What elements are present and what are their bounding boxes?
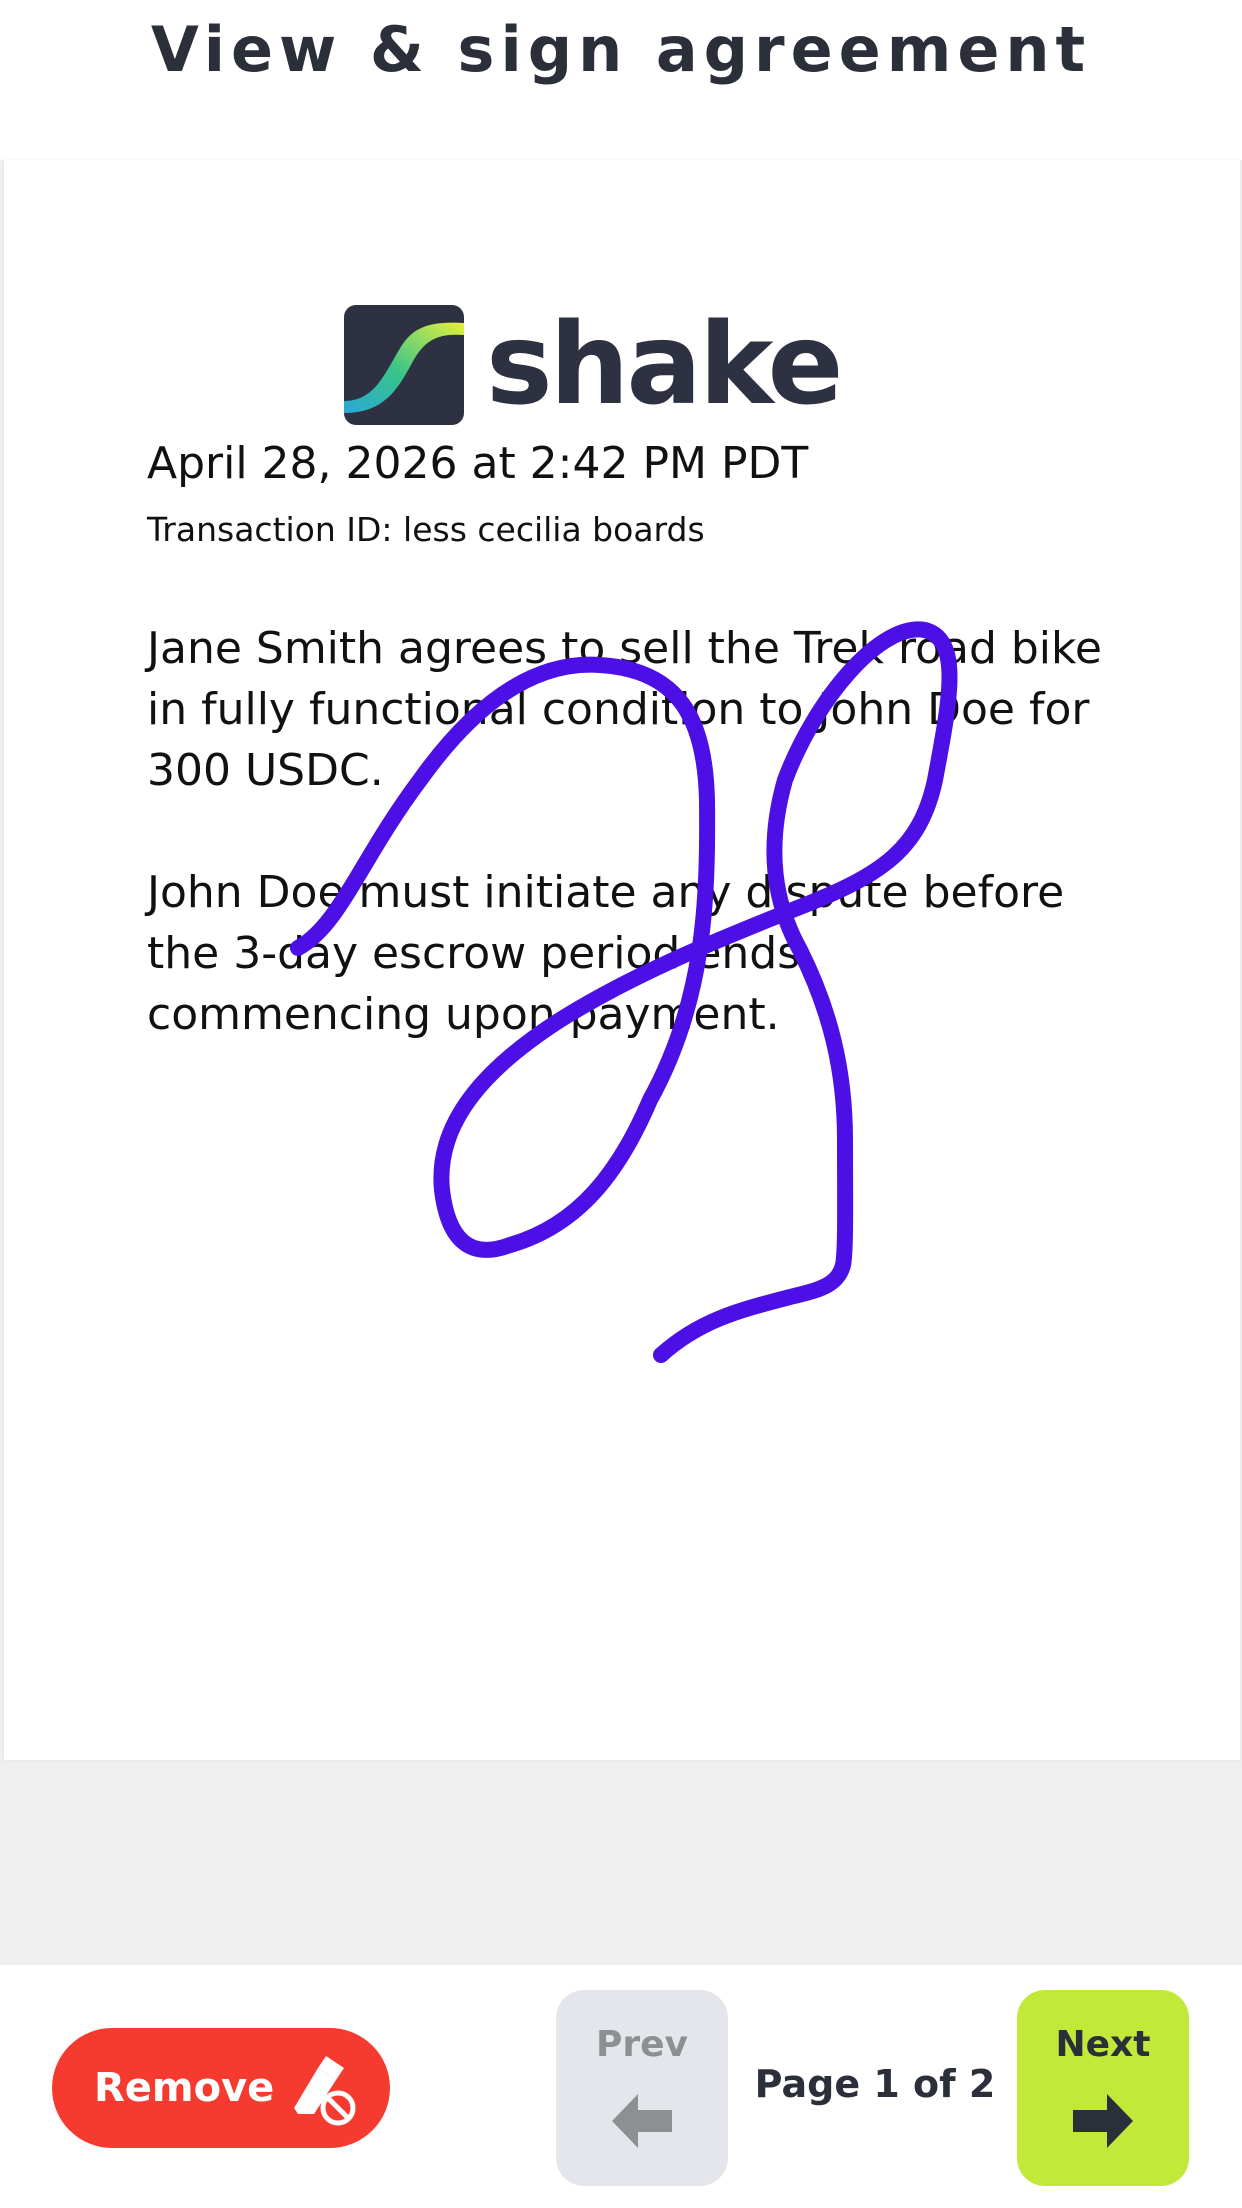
document-viewer[interactable]: shake April 28, 2026 at 2:42 PM PDT Tran…	[0, 160, 1242, 1965]
shake-logo-icon	[344, 305, 464, 425]
agreement-paragraph: Jane Smith agrees to sell the Trek road …	[147, 623, 1103, 796]
arrow-right-icon	[1073, 2094, 1133, 2148]
transaction-id: Transaction ID: less cecilia boards	[147, 510, 705, 549]
next-page-button[interactable]: Next	[1017, 1990, 1189, 2186]
page-indicator: Page 1 of 2	[754, 2062, 996, 2106]
remove-button-label: Remove	[94, 2065, 275, 2111]
prev-page-button[interactable]: Prev	[556, 1990, 728, 2186]
agreement-paragraph: John Doe must initiate any dispute befor…	[147, 867, 1065, 1040]
page-title: View & sign agreement	[150, 13, 1092, 86]
next-button-label: Next	[1055, 2024, 1151, 2065]
brand-logo: shake	[344, 300, 843, 430]
brand-wordmark: shake	[486, 300, 843, 430]
agreement-date: April 28, 2026 at 2:42 PM PDT	[147, 438, 809, 489]
arrow-left-icon	[612, 2094, 672, 2148]
eraser-icon	[294, 2056, 356, 2126]
prev-button-label: Prev	[595, 2024, 689, 2065]
remove-signature-button[interactable]: Remove	[52, 2028, 390, 2148]
document-page: shake April 28, 2026 at 2:42 PM PDT Tran…	[4, 160, 1240, 1760]
